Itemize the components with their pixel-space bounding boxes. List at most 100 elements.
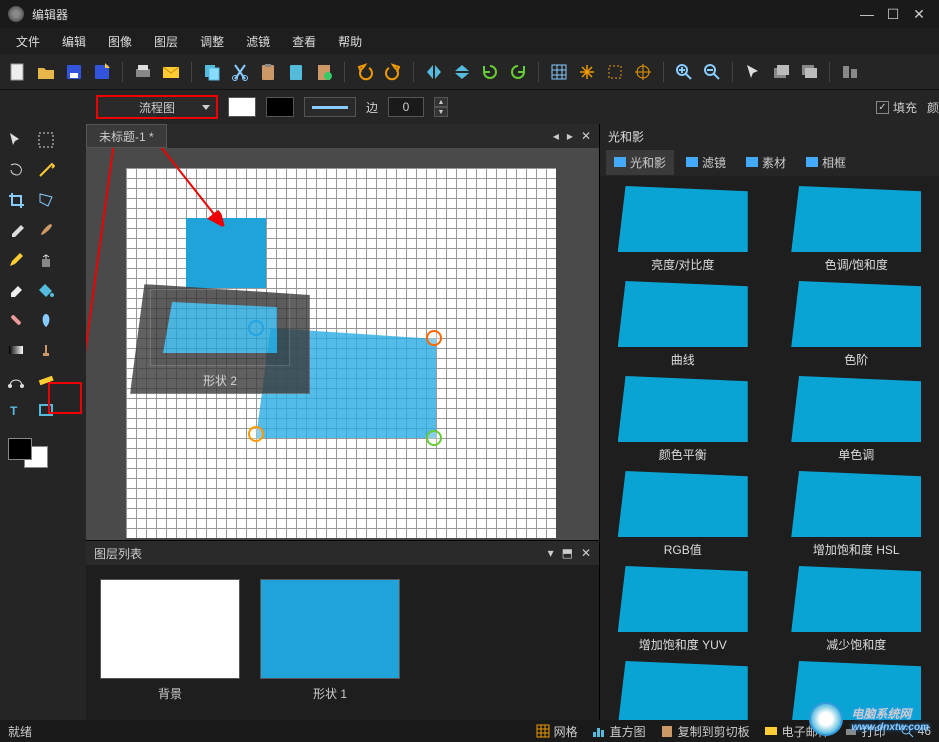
print-icon[interactable] (131, 60, 155, 84)
maximize-button[interactable]: ☐ (881, 4, 905, 24)
tab-material[interactable]: 素材 (738, 150, 794, 175)
stroke-color-swatch[interactable] (266, 97, 294, 117)
fx-more-2[interactable] (778, 661, 936, 720)
new-file-icon[interactable] (6, 60, 30, 84)
email-icon[interactable] (159, 60, 183, 84)
fx-sat-yuv[interactable]: 增加饱和度 YUV (604, 566, 762, 653)
status-print[interactable]: 打印 (844, 723, 886, 740)
measure-tool-icon[interactable] (34, 368, 58, 392)
text-tool-icon[interactable]: T (4, 398, 28, 422)
redo-icon[interactable] (381, 60, 405, 84)
layer-thumb-shape1[interactable]: 形状 1 (260, 579, 400, 702)
freecrop-tool-icon[interactable] (34, 188, 58, 212)
handle-top-right[interactable] (426, 330, 442, 346)
status-grid[interactable]: 网格 (536, 723, 578, 740)
save-icon[interactable] (62, 60, 86, 84)
open-file-icon[interactable] (34, 60, 58, 84)
bucket-tool-icon[interactable] (34, 278, 58, 302)
smudge-tool-icon[interactable] (34, 308, 58, 332)
handle-bottom-left[interactable] (248, 426, 264, 442)
tab-prev-icon[interactable]: ◂ (553, 129, 559, 143)
layer-thumb-background[interactable]: 背景 (100, 579, 240, 702)
flip-v-icon[interactable] (450, 60, 474, 84)
layer-tool-1-icon[interactable] (769, 60, 793, 84)
tab-close-icon[interactable]: ✕ (581, 129, 591, 143)
paste-special-icon[interactable] (312, 60, 336, 84)
crop-tool-icon[interactable] (4, 188, 28, 212)
zoom-in-icon[interactable] (672, 60, 696, 84)
line-style-dropdown[interactable] (304, 97, 356, 117)
status-zoom[interactable]: 46 (900, 723, 931, 740)
menu-help[interactable]: 帮助 (328, 29, 372, 54)
minimize-button[interactable]: — (855, 4, 879, 24)
clipboard-icon[interactable] (284, 60, 308, 84)
stamp-tool-icon[interactable] (34, 338, 58, 362)
pointer-icon[interactable] (741, 60, 765, 84)
pencil-tool-icon[interactable] (4, 248, 28, 272)
fx-color-balance[interactable]: 颜色平衡 (604, 376, 762, 463)
status-email[interactable]: 电子邮件 (764, 723, 830, 740)
move-tool-icon[interactable] (4, 128, 28, 152)
eraser-tool-icon[interactable] (4, 278, 28, 302)
fill-color-swatch[interactable] (228, 97, 256, 117)
tab-light-shadow[interactable]: 光和影 (606, 150, 674, 175)
stroke-width-input[interactable]: 0 (388, 97, 424, 117)
healing-tool-icon[interactable] (4, 308, 28, 332)
fx-rgb[interactable]: RGB值 (604, 471, 762, 558)
fx-sat-hsl[interactable]: 增加饱和度 HSL (778, 471, 936, 558)
panel-close-icon[interactable]: ✕ (581, 546, 591, 560)
menu-filter[interactable]: 滤镜 (236, 29, 280, 54)
tab-filter[interactable]: 滤镜 (678, 150, 734, 175)
status-clipboard[interactable]: 复制到剪切板 (660, 723, 750, 740)
grid-icon[interactable] (547, 60, 571, 84)
fill-checkbox[interactable]: 填充 (876, 99, 917, 116)
zoom-out-icon[interactable] (700, 60, 724, 84)
panel-pin-icon[interactable]: ⬒ (562, 546, 573, 560)
flip-h-icon[interactable] (422, 60, 446, 84)
shape-rectangle[interactable] (186, 218, 266, 288)
snap-1-icon[interactable] (575, 60, 599, 84)
shape-type-dropdown[interactable]: 流程图 (96, 95, 218, 119)
copy-icon[interactable] (200, 60, 224, 84)
menu-adjust[interactable]: 调整 (190, 29, 234, 54)
layer-tool-2-icon[interactable] (797, 60, 821, 84)
fx-desat[interactable]: 减少饱和度 (778, 566, 936, 653)
color-wells[interactable] (8, 438, 48, 468)
path-tool-icon[interactable] (4, 368, 28, 392)
panel-menu-icon[interactable]: ▾ (548, 546, 554, 560)
fx-brightness-contrast[interactable]: 亮度/对比度 (604, 186, 762, 273)
menu-file[interactable]: 文件 (6, 29, 50, 54)
status-histogram[interactable]: 直方图 (592, 723, 646, 740)
paste-icon[interactable] (256, 60, 280, 84)
tab-frame[interactable]: 相框 (798, 150, 854, 175)
brush-tool-icon[interactable] (34, 218, 58, 242)
eyedropper-tool-icon[interactable] (4, 218, 28, 242)
menu-image[interactable]: 图像 (98, 29, 142, 54)
shape-tool-icon[interactable] (34, 398, 58, 422)
menu-layer[interactable]: 图层 (144, 29, 188, 54)
fx-monotone[interactable]: 单色调 (778, 376, 936, 463)
rotate-right-icon[interactable] (506, 60, 530, 84)
lasso-tool-icon[interactable] (4, 158, 28, 182)
marquee-tool-icon[interactable] (34, 128, 58, 152)
fx-more-1[interactable] (604, 661, 762, 720)
fx-curves[interactable]: 曲线 (604, 281, 762, 368)
document-tab[interactable]: 未标题-1 * (86, 124, 167, 148)
gradient-tool-icon[interactable] (4, 338, 28, 362)
foreground-color[interactable] (8, 438, 32, 460)
layer-thumb-shape2[interactable]: 形状 2 (130, 284, 310, 394)
snap-3-icon[interactable] (631, 60, 655, 84)
snap-2-icon[interactable] (603, 60, 627, 84)
fx-hue-saturation[interactable]: 色调/饱和度 (778, 186, 936, 273)
undo-icon[interactable] (353, 60, 377, 84)
cut-icon[interactable] (228, 60, 252, 84)
clone-tool-icon[interactable] (34, 248, 58, 272)
close-button[interactable]: ✕ (907, 4, 931, 24)
menu-edit[interactable]: 编辑 (52, 29, 96, 54)
align-tool-icon[interactable] (838, 60, 862, 84)
menu-view[interactable]: 查看 (282, 29, 326, 54)
rotate-left-icon[interactable] (478, 60, 502, 84)
stroke-width-spinner[interactable]: ▲▼ (434, 97, 448, 117)
save-as-icon[interactable] (90, 60, 114, 84)
tab-next-icon[interactable]: ▸ (567, 129, 573, 143)
